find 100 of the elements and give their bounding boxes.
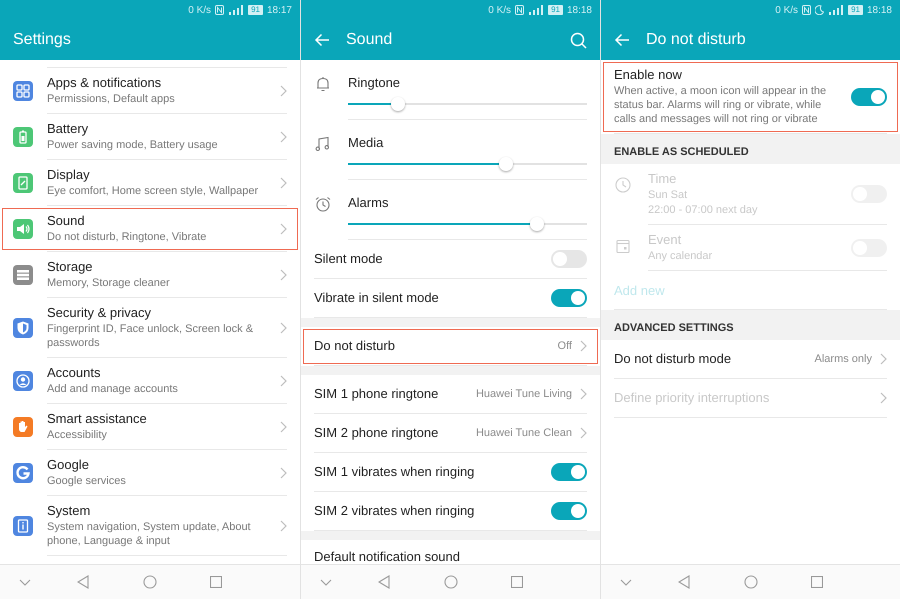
item-title: Vibrate in silent mode	[314, 290, 440, 306]
clock-time: 18:18	[566, 4, 592, 16]
network-speed: 0 K/s	[775, 4, 798, 16]
settings-item[interactable]: Apps & notifications Permissions, Default apps	[0, 67, 300, 114]
settings-item[interactable]: Google Google services	[0, 450, 300, 496]
settings-item[interactable]: Security & privacy Fingerprint ID, Face unlock, Screen lock & passwords	[0, 298, 300, 358]
chevron-icon	[280, 176, 287, 188]
settings-item[interactable]: Storage Memory, Storage cleaner	[0, 252, 300, 298]
signal-icon	[228, 5, 244, 15]
chevron-icon	[880, 353, 887, 365]
volume-slider[interactable]	[348, 97, 587, 111]
nfc-icon	[515, 5, 524, 15]
battery-indicator: 91	[848, 5, 863, 15]
item-subtitle: Memory, Storage cleaner	[47, 276, 171, 290]
volume-slider[interactable]	[348, 217, 587, 231]
item-title: Sound	[47, 213, 86, 229]
home-icon[interactable]	[744, 575, 758, 589]
chevron-icon	[580, 340, 587, 352]
settings-item[interactable]: Sound Do not disturb, Ringtone, Vibrate	[0, 206, 300, 252]
item-title: Security & privacy	[47, 305, 152, 321]
item-title: Apps & notifications	[47, 75, 162, 91]
chevron-down-icon[interactable]	[320, 578, 332, 586]
item-title: Display	[47, 167, 91, 183]
item-title: Smart assistance	[47, 411, 148, 427]
chevron-icon	[580, 388, 587, 400]
switch-row[interactable]: Enable now When active, a moon icon will appear in the status bar. Alarms will ring or vibrate, while calls and messages will not ring or vibrate	[601, 60, 900, 134]
recent-apps-icon[interactable]	[811, 576, 823, 588]
item-subtitle: Accessibility	[47, 428, 108, 442]
item-subtitle: Google services	[47, 474, 127, 488]
switch-row[interactable]: SIM 1 vibrates when ringing	[301, 453, 600, 492]
item-title: Enable now	[614, 67, 683, 83]
toggle-switch[interactable]	[551, 250, 587, 268]
item-value: Huawei Tune Clean	[476, 427, 572, 439]
toggle-switch[interactable]	[551, 289, 587, 307]
item-subtitle: Power saving mode, Battery usage	[47, 138, 219, 152]
chevron-icon	[280, 374, 287, 386]
item-title: Do not disturb mode	[614, 351, 732, 367]
item-title: SIM 1 vibrates when ringing	[314, 464, 476, 480]
chevron-icon	[880, 392, 887, 404]
signal-icon	[828, 5, 844, 15]
home-icon[interactable]	[444, 575, 458, 589]
volume-slider[interactable]	[348, 157, 587, 171]
signal-icon	[528, 5, 544, 15]
item-subtitle: System navigation, System update, About phone, Language & input	[47, 520, 252, 548]
settings-item[interactable]: SIM 1 phone ringtone Huawei Tune Living	[301, 375, 600, 414]
item-title: Storage	[47, 259, 94, 275]
item-value: Off	[558, 340, 572, 352]
chevron-icon	[280, 84, 287, 96]
switch-row[interactable]: Silent mode	[301, 240, 600, 279]
chevron-icon	[280, 520, 287, 532]
chevron-icon	[580, 427, 587, 439]
item-title: SIM 2 phone ringtone	[314, 425, 440, 441]
settings-item[interactable]: Smart assistance Accessibility	[0, 404, 300, 450]
settings-item[interactable]: System System navigation, System update, About phone, Language & input	[0, 496, 300, 556]
item-value: Huawei Tune Living	[476, 388, 572, 400]
clock-time: 18:18	[866, 4, 892, 16]
item-title: Google	[47, 457, 90, 473]
home-icon[interactable]	[142, 575, 156, 589]
nfc-icon	[215, 5, 224, 15]
settings-item[interactable]: Battery Power saving mode, Battery usage	[0, 114, 300, 160]
battery-indicator: 91	[248, 5, 263, 15]
toggle-switch[interactable]	[851, 88, 887, 106]
item-subtitle: Add and manage accounts	[47, 382, 179, 396]
settings-item[interactable]: Accounts Add and manage accounts	[0, 358, 300, 404]
settings-item[interactable]: Do not disturb mode Alarms only	[601, 340, 900, 379]
item-title: Silent mode	[314, 251, 384, 267]
toggle-switch[interactable]	[551, 502, 587, 520]
settings-item[interactable]: Do not disturb Off	[301, 327, 600, 366]
screen-title: Do not disturb	[646, 31, 747, 49]
chevron-down-icon[interactable]	[620, 578, 632, 586]
item-title: Battery	[47, 121, 90, 137]
back-arrow-icon[interactable]	[614, 33, 630, 47]
back-icon[interactable]	[378, 575, 390, 589]
screen-title: Settings	[13, 31, 72, 49]
settings-item[interactable]: Display Eye comfort, Home screen style, Wallpaper	[0, 160, 300, 206]
item-subtitle: Fingerprint ID, Face unlock, Screen lock & passwords	[47, 322, 254, 350]
chevron-icon	[280, 222, 287, 234]
switch-row[interactable]: SIM 2 vibrates when ringing	[301, 492, 600, 531]
network-speed: 0 K/s	[488, 4, 512, 16]
item-title: SIM 1 phone ringtone	[314, 386, 440, 402]
chevron-icon	[280, 466, 287, 478]
back-icon[interactable]	[77, 575, 89, 589]
item-subtitle: Do not disturb, Ringtone, Vibrate	[47, 230, 208, 244]
network-speed: 0 K/s	[188, 4, 212, 16]
switch-row[interactable]: Vibrate in silent mode	[301, 279, 600, 318]
item-subtitle: Eye comfort, Home screen style, Wallpaper	[47, 184, 260, 198]
search-icon[interactable]	[570, 32, 587, 48]
recent-apps-icon[interactable]	[210, 576, 222, 588]
battery-indicator: 91	[548, 5, 563, 15]
screen-title: Sound	[346, 31, 394, 49]
chevron-icon	[280, 420, 287, 432]
toggle-switch[interactable]	[551, 463, 587, 481]
chevron-down-icon[interactable]	[19, 578, 31, 586]
back-icon[interactable]	[678, 575, 690, 589]
settings-item[interactable]: SIM 2 phone ringtone Huawei Tune Clean	[301, 414, 600, 453]
volume-label: Ringtone	[348, 75, 402, 91]
back-arrow-icon[interactable]	[314, 33, 330, 47]
item-title: SIM 2 vibrates when ringing	[314, 503, 476, 519]
chevron-icon	[280, 268, 287, 280]
recent-apps-icon[interactable]	[511, 576, 523, 588]
